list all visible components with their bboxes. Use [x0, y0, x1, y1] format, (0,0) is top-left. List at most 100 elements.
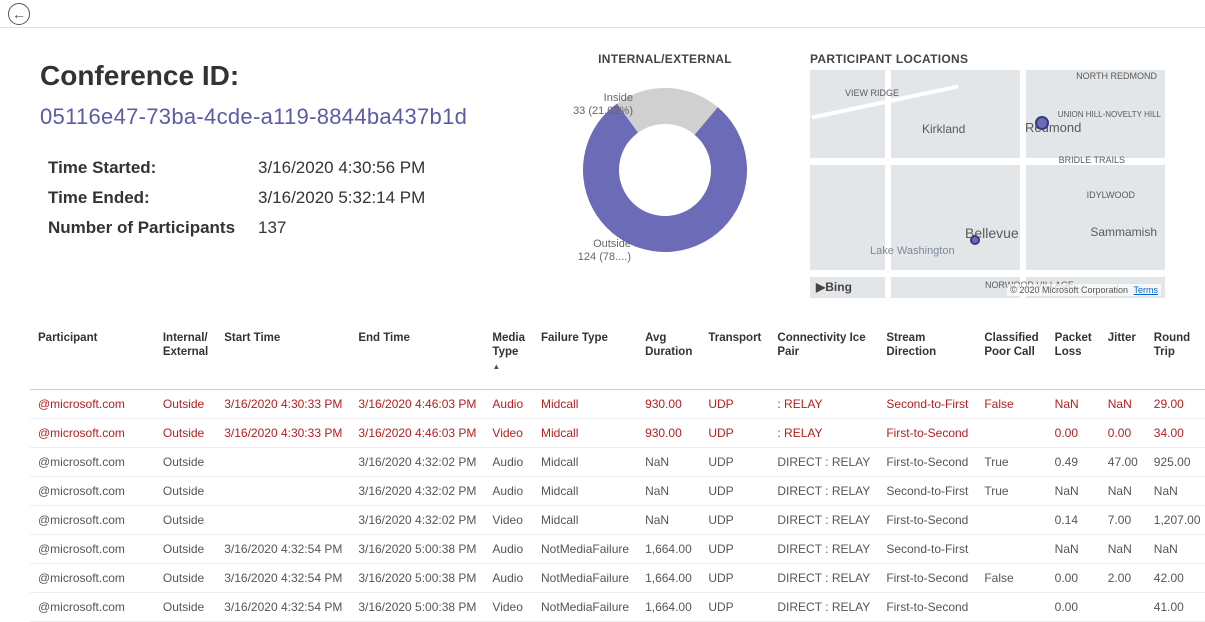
cell-participant: @microsoft.com: [30, 593, 155, 622]
column-header-streamdirection[interactable]: Stream Direction: [878, 326, 976, 390]
cell-failuretype: Midcall: [533, 419, 637, 448]
map-marker-bellevue[interactable]: [970, 235, 980, 245]
back-button[interactable]: ←: [8, 3, 30, 25]
table-row[interactable]: @microsoft.comOutside3/16/2020 4:32:02 P…: [30, 448, 1205, 477]
column-header-jitter[interactable]: Jitter: [1100, 326, 1146, 390]
cell-jitter: 7.00: [1100, 506, 1146, 535]
map-attribution: © 2020 Microsoft Corporation Terms: [1007, 284, 1161, 296]
cell-starttime: 3/16/2020 4:30:33 PM: [216, 390, 350, 419]
cell-avgduration: 1,664.00: [637, 593, 700, 622]
participant-locations: PARTICIPANT LOCATIONS VIEW RIDGE Kirklan…: [810, 52, 1165, 298]
cell-endtime: 3/16/2020 5:00:38 PM: [350, 535, 484, 564]
time-ended-label: Time Ended:: [48, 188, 258, 208]
column-header-transport[interactable]: Transport: [700, 326, 769, 390]
cell-streamdirection: First-to-Second: [878, 506, 976, 535]
cell-avgduration: 930.00: [637, 390, 700, 419]
cell-internalexternal: Outside: [155, 506, 216, 535]
cell-connectivityicepair: : RELAY: [769, 390, 878, 419]
map-label-idylwood: IDYLWOOD: [1087, 190, 1135, 200]
column-header-internalexternal[interactable]: Internal/ External: [155, 326, 216, 390]
column-header-roundtrip[interactable]: Round Trip: [1146, 326, 1205, 390]
cell-endtime: 3/16/2020 4:46:03 PM: [350, 419, 484, 448]
column-header-avgduration[interactable]: Avg Duration: [637, 326, 700, 390]
conference-info: Conference ID: 05116e47-73ba-4cde-a119-8…: [40, 52, 520, 298]
cell-starttime: 3/16/2020 4:32:54 PM: [216, 564, 350, 593]
time-ended-value: 3/16/2020 5:32:14 PM: [258, 188, 520, 208]
cell-streamdirection: Second-to-First: [878, 477, 976, 506]
map-label-view-ridge: VIEW RIDGE: [845, 88, 899, 98]
cell-participant: @microsoft.com: [30, 535, 155, 564]
column-header-mediatype[interactable]: Media Type: [484, 326, 533, 390]
cell-connectivityicepair: DIRECT : RELAY: [769, 477, 878, 506]
map-marker-redmond[interactable]: [1035, 116, 1049, 130]
cell-transport: UDP: [700, 390, 769, 419]
map-terms-link[interactable]: Terms: [1134, 285, 1159, 295]
cell-transport: UDP: [700, 506, 769, 535]
cell-failuretype: NotMediaFailure: [533, 564, 637, 593]
cell-mediatype: Audio: [484, 390, 533, 419]
cell-failuretype: NotMediaFailure: [533, 593, 637, 622]
map[interactable]: VIEW RIDGE Kirkland Redmond NORTH REDMON…: [810, 70, 1165, 298]
table-row[interactable]: @microsoft.comOutside3/16/2020 4:32:54 P…: [30, 593, 1205, 622]
chart-title: INTERNAL/EXTERNAL: [540, 52, 790, 66]
column-header-failuretype[interactable]: Failure Type: [533, 326, 637, 390]
column-header-connectivityicepair[interactable]: Connectivity Ice Pair: [769, 326, 878, 390]
cell-streamdirection: First-to-Second: [878, 448, 976, 477]
cell-failuretype: Midcall: [533, 448, 637, 477]
donut-inside-label: Inside 33 (21.02%): [563, 92, 633, 118]
column-header-starttime[interactable]: Start Time: [216, 326, 350, 390]
table-row[interactable]: @microsoft.comOutside3/16/2020 4:32:54 P…: [30, 564, 1205, 593]
cell-transport: UDP: [700, 448, 769, 477]
cell-roundtrip: NaN: [1146, 477, 1205, 506]
cell-roundtrip: 41.00: [1146, 593, 1205, 622]
cell-transport: UDP: [700, 593, 769, 622]
map-label-kirkland: Kirkland: [922, 122, 965, 136]
time-started-value: 3/16/2020 4:30:56 PM: [258, 158, 520, 178]
cell-roundtrip: 1,207.00: [1146, 506, 1205, 535]
cell-jitter: 0.00: [1100, 419, 1146, 448]
cell-packetloss: NaN: [1047, 477, 1100, 506]
table-row[interactable]: @microsoft.comOutside3/16/2020 4:30:33 P…: [30, 390, 1205, 419]
cell-roundtrip: 925.00: [1146, 448, 1205, 477]
cell-avgduration: NaN: [637, 477, 700, 506]
table-row[interactable]: @microsoft.comOutside3/16/2020 4:30:33 P…: [30, 419, 1205, 448]
cell-connectivityicepair: DIRECT : RELAY: [769, 535, 878, 564]
cell-roundtrip: NaN: [1146, 535, 1205, 564]
cell-streamdirection: Second-to-First: [878, 535, 976, 564]
cell-jitter: NaN: [1100, 477, 1146, 506]
conference-id-label: Conference ID:: [40, 60, 520, 92]
cell-participant: @microsoft.com: [30, 448, 155, 477]
column-header-endtime[interactable]: End Time: [350, 326, 484, 390]
cell-transport: UDP: [700, 419, 769, 448]
cell-avgduration: NaN: [637, 506, 700, 535]
cell-connectivityicepair: : RELAY: [769, 419, 878, 448]
map-label-redmond: Redmond: [1025, 120, 1081, 135]
cell-packetloss: 0.00: [1047, 564, 1100, 593]
cell-participant: @microsoft.com: [30, 419, 155, 448]
column-header-participant[interactable]: Participant: [30, 326, 155, 390]
column-header-classifiedpoorcall[interactable]: Classified Poor Call: [976, 326, 1046, 390]
cell-streamdirection: First-to-Second: [878, 593, 976, 622]
participants-table: ParticipantInternal/ ExternalStart TimeE…: [30, 326, 1205, 622]
participants-table-area: ParticipantInternal/ ExternalStart TimeE…: [0, 326, 1205, 622]
cell-avgduration: 930.00: [637, 419, 700, 448]
cell-classifiedpoorcall: [976, 419, 1046, 448]
cell-avgduration: 1,664.00: [637, 535, 700, 564]
cell-starttime: [216, 477, 350, 506]
conference-id-value: 05116e47-73ba-4cde-a119-8844ba437b1d: [40, 104, 520, 130]
cell-connectivityicepair: DIRECT : RELAY: [769, 564, 878, 593]
table-row[interactable]: @microsoft.comOutside3/16/2020 4:32:02 P…: [30, 477, 1205, 506]
donut-outside-label: Outside 124 (78....): [561, 238, 631, 264]
table-row[interactable]: @microsoft.comOutside3/16/2020 4:32:02 P…: [30, 506, 1205, 535]
time-started-label: Time Started:: [48, 158, 258, 178]
cell-classifiedpoorcall: [976, 535, 1046, 564]
cell-endtime: 3/16/2020 4:32:02 PM: [350, 477, 484, 506]
table-row[interactable]: @microsoft.comOutside3/16/2020 4:32:54 P…: [30, 535, 1205, 564]
map-label-north-redmond: NORTH REDMOND: [1076, 71, 1157, 81]
participants-value: 137: [258, 218, 520, 238]
cell-classifiedpoorcall: False: [976, 564, 1046, 593]
column-header-packetloss[interactable]: Packet Loss: [1047, 326, 1100, 390]
cell-endtime: 3/16/2020 5:00:38 PM: [350, 593, 484, 622]
cell-connectivityicepair: DIRECT : RELAY: [769, 506, 878, 535]
cell-roundtrip: 42.00: [1146, 564, 1205, 593]
